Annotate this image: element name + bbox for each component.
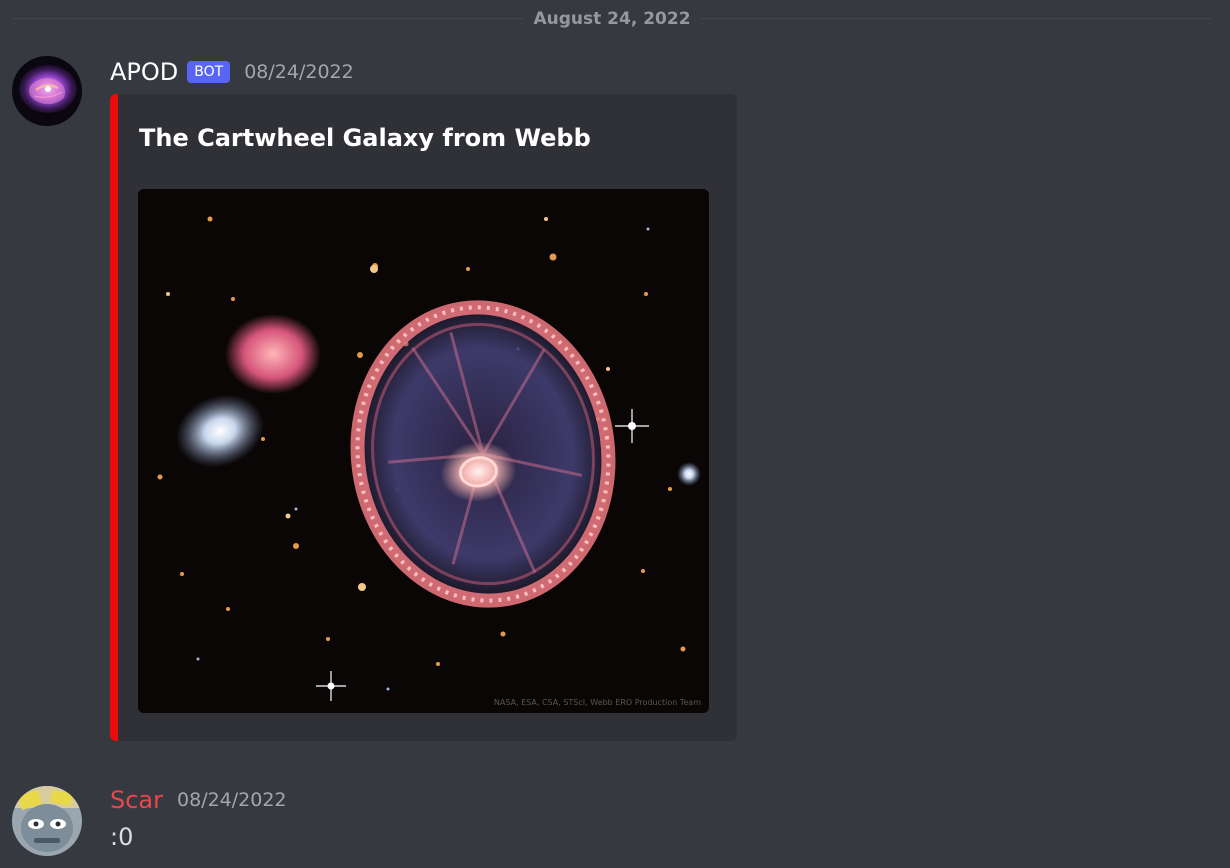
embed-title: The Cartwheel Galaxy from Webb xyxy=(139,124,591,152)
message-header: APOD BOT 08/24/2022 xyxy=(110,56,354,88)
embed-image[interactable]: NASA, ESA, CSA, STScI, Webb ERO Producti… xyxy=(138,189,709,713)
author-name[interactable]: APOD xyxy=(110,57,178,87)
image-credit: NASA, ESA, CSA, STScI, Webb ERO Producti… xyxy=(493,698,701,707)
rich-embed: The Cartwheel Galaxy from Webb NASA, ESA… xyxy=(110,94,737,741)
message-apod: APOD BOT 08/24/2022 The Cartwheel Galaxy… xyxy=(0,52,1230,752)
author-name[interactable]: Scar xyxy=(110,785,163,815)
message-timestamp[interactable]: 08/24/2022 xyxy=(177,787,287,813)
chat-view: August 24, 2022 APOD BOT 08/24/2022 The … xyxy=(0,0,1230,868)
date-divider: August 24, 2022 xyxy=(12,6,1212,30)
message-content: :0 xyxy=(110,823,134,851)
message-scar: Scar 08/24/2022 :0 xyxy=(0,780,1230,860)
robot-avatar-icon[interactable] xyxy=(12,786,82,856)
divider-date: August 24, 2022 xyxy=(523,8,701,30)
embed-accent-bar xyxy=(110,94,118,741)
bot-badge: BOT xyxy=(187,61,231,83)
message-timestamp[interactable]: 08/24/2022 xyxy=(244,59,354,85)
message-header: Scar 08/24/2022 xyxy=(110,784,287,816)
nebula-avatar-icon[interactable] xyxy=(12,56,82,126)
